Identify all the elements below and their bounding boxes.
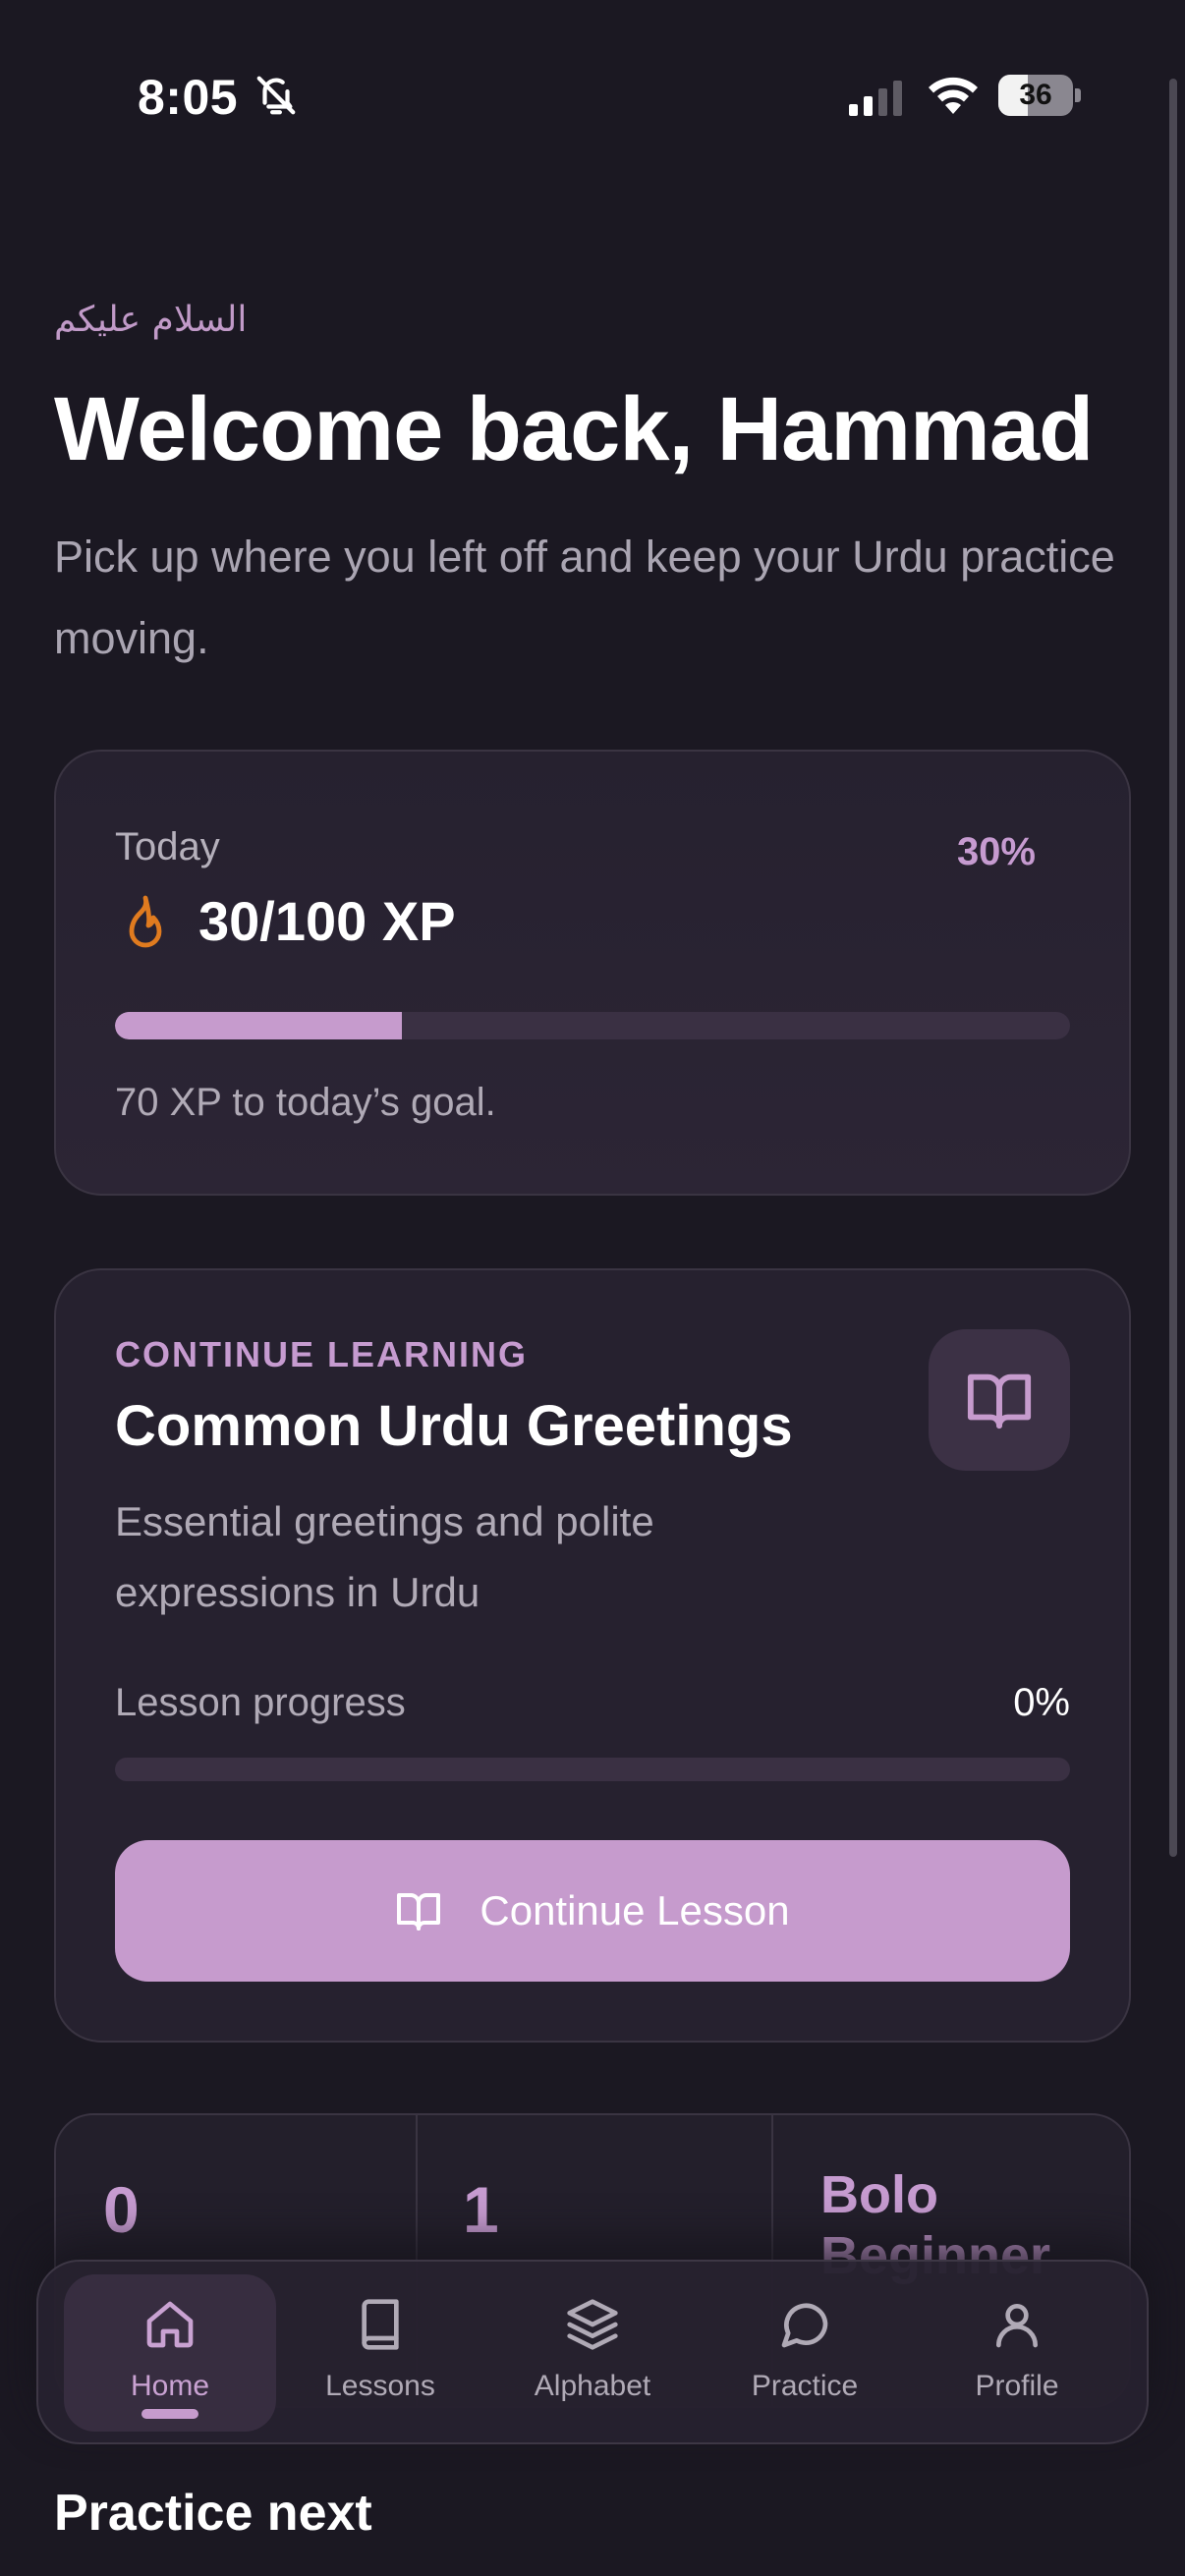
page-subtitle: Pick up where you left off and keep your…	[54, 532, 1115, 663]
scrollbar[interactable]	[1169, 79, 1177, 1857]
bell-slash-icon	[256, 76, 296, 115]
tab-label: Lessons	[325, 2370, 435, 2402]
tab-label: Practice	[751, 2370, 859, 2402]
user-icon	[996, 2304, 1038, 2348]
tab-alphabet[interactable]: Alphabet	[486, 2262, 699, 2446]
xp-label: Today	[115, 825, 220, 868]
stat-value: 1	[463, 2173, 499, 2246]
xp-progress-bar	[115, 1012, 1070, 1039]
lesson-progress-bar	[115, 1758, 1070, 1781]
stat-value: 0	[103, 2173, 140, 2246]
cellular-signal-icon	[849, 81, 902, 116]
wifi-icon	[929, 77, 978, 114]
flame-icon	[129, 895, 162, 948]
bottom-tab-bar: Home Lessons Alphabet Practice Profile	[36, 2260, 1149, 2444]
tab-label: Home	[130, 2370, 210, 2402]
continue-lesson-label: Continue Lesson	[480, 1887, 790, 1933]
lesson-progress-value: 0%	[1013, 1681, 1070, 1724]
xp-goal-text: 70 XP to today’s goal.	[115, 1081, 496, 1124]
continue-learning-card[interactable]: CONTINUE LEARNING Common Urdu Greetings …	[54, 1268, 1131, 2043]
tab-label: Alphabet	[534, 2370, 651, 2402]
layers-icon	[567, 2299, 618, 2350]
xp-value: 30/100 XP	[198, 890, 456, 952]
lesson-progress-label: Lesson progress	[115, 1681, 406, 1724]
lesson-description: Essential greetings and polite expressio…	[115, 1498, 654, 1615]
open-book-icon	[397, 1893, 441, 1931]
section-title-practice-next: Practice next	[54, 2485, 372, 2542]
lesson-title: Common Urdu Greetings	[115, 1394, 793, 1458]
tab-profile[interactable]: Profile	[911, 2262, 1123, 2446]
tab-practice[interactable]: Practice	[699, 2262, 911, 2446]
greeting-urdu: السلام علیکم	[54, 300, 248, 340]
tab-lessons[interactable]: Lessons	[274, 2262, 486, 2446]
daily-xp-card: Today 30% 30/100 XP 70 XP to today’s goa…	[54, 750, 1131, 1196]
lesson-icon-tile	[929, 1329, 1070, 1471]
open-book-icon	[967, 1373, 1032, 1429]
tab-home[interactable]: Home	[64, 2262, 276, 2446]
home-icon	[146, 2301, 194, 2348]
xp-progress-fill	[115, 1012, 402, 1039]
chat-bubble-icon	[781, 2303, 828, 2348]
page-title: Welcome back, Hammad	[54, 379, 1094, 479]
battery-level: 36	[1019, 79, 1052, 111]
active-tab-indicator	[141, 2409, 198, 2419]
xp-percent: 30%	[956, 830, 1036, 873]
tab-label: Profile	[975, 2370, 1059, 2402]
continue-lesson-button[interactable]: Continue Lesson	[115, 1840, 1070, 1982]
book-icon	[362, 2299, 399, 2350]
section-kicker: CONTINUE LEARNING	[115, 1334, 528, 1374]
status-time: 8:05	[138, 70, 239, 125]
battery-indicator: 36	[998, 75, 1081, 116]
status-bar: 8:05 36	[0, 0, 1185, 196]
